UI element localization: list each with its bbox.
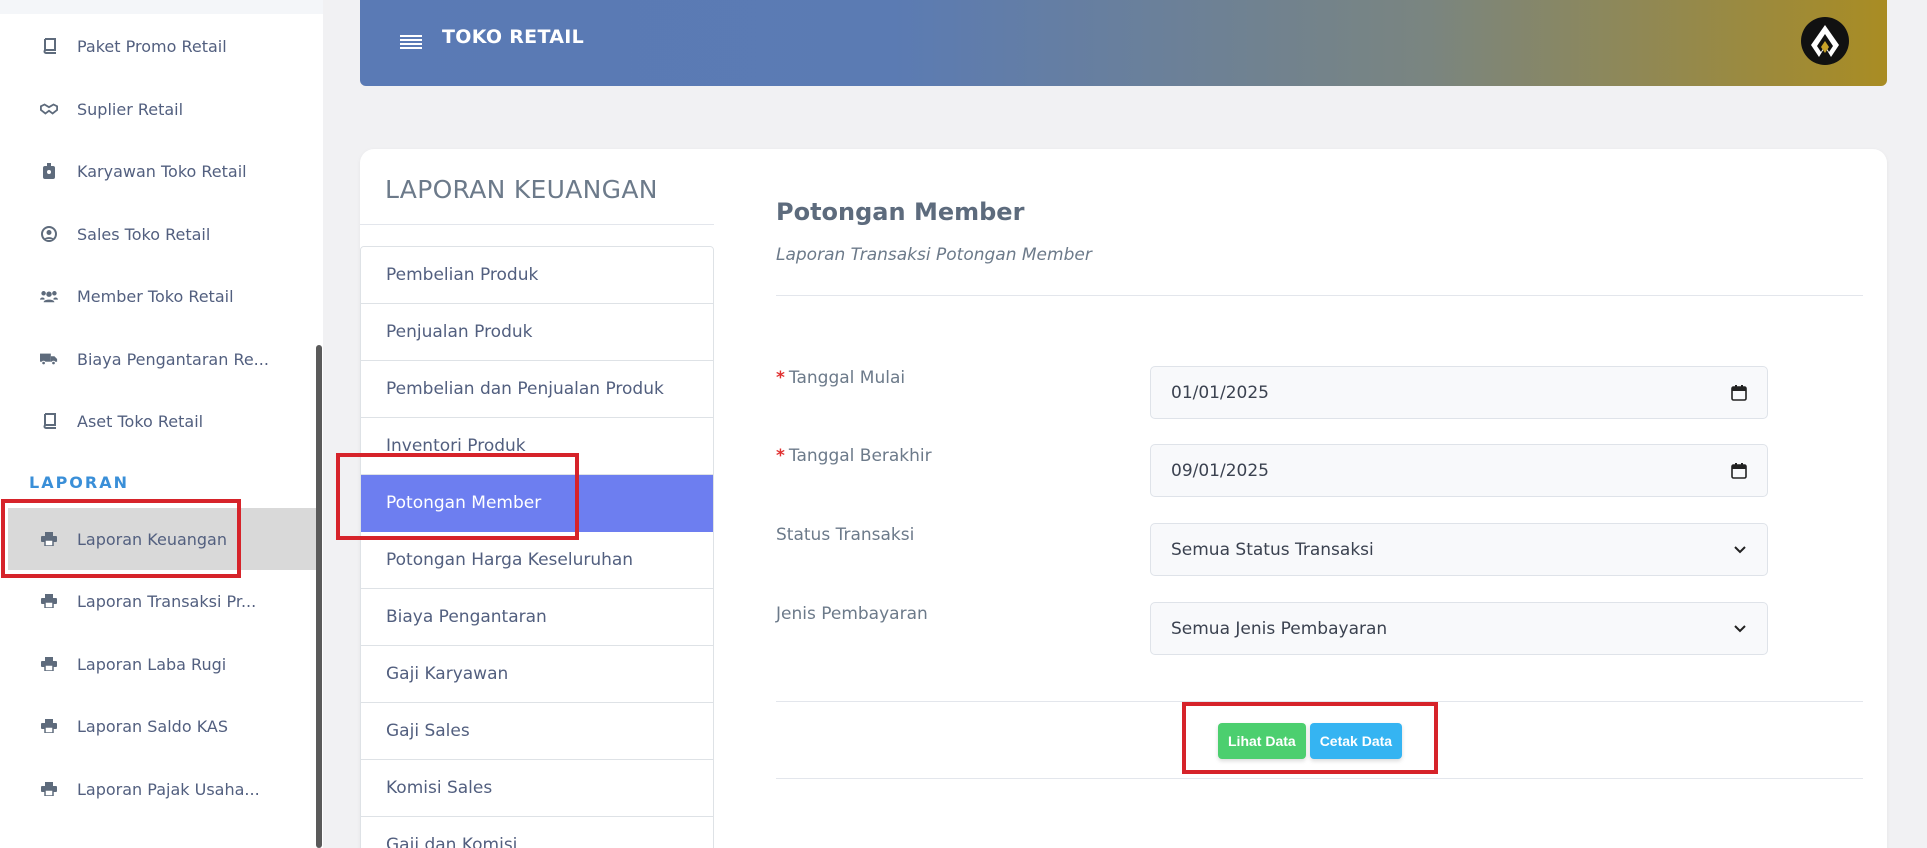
handshake-icon [40,102,58,116]
sidebar-item-suplier-retail[interactable]: Suplier Retail [0,78,316,140]
sidebar-item-sales-toko-retail[interactable]: Sales Toko Retail [0,203,316,265]
sidebar-item-laporan-pajak[interactable]: Laporan Pajak Usaha... [0,758,316,820]
status-select[interactable]: Semua Status Transaksi [1150,523,1768,576]
report-card: LAPORAN KEUANGAN Pembelian Produk Penjua… [360,149,1887,848]
book-icon [40,38,58,54]
sidebar-item-member-toko-retail[interactable]: Member Toko Retail [0,265,316,327]
sidebar-item-aset-toko-retail[interactable]: Aset Toko Retail [0,390,316,452]
app-title: TOKO RETAIL [442,26,585,48]
payment-select[interactable]: Semua Jenis Pembayaran [1150,602,1768,655]
status-label: Status Transaksi [776,525,915,545]
required-mark: * [776,446,785,466]
menu-item-komisi-sales[interactable]: Komisi Sales [361,760,713,817]
status-select-value: Semua Status Transaksi [1171,539,1374,560]
divider [776,778,1863,779]
chevron-down-icon [1733,540,1747,560]
sidebar-item-laporan-saldo-kas[interactable]: Laporan Saldo KAS [0,695,316,757]
sidebar: Paket Promo Retail Suplier Retail Karyaw… [0,0,323,848]
badge-icon [40,163,58,179]
divider [776,701,1863,702]
sidebar-item-label: Laporan Pajak Usaha... [77,779,260,799]
sidebar-item-label: Suplier Retail [77,99,184,119]
sidebar-item-label: Member Toko Retail [77,286,234,306]
start-date-input[interactable]: 01/01/2025 [1150,366,1768,419]
top-navbar: TOKO RETAIL [360,0,1887,86]
calendar-icon[interactable] [1731,384,1747,401]
menu-item-potongan-harga[interactable]: Potongan Harga Keseluruhan [361,532,713,589]
sidebar-item-label: Paket Promo Retail [77,36,227,56]
menu-item-inventori-produk[interactable]: Inventori Produk [361,418,713,475]
start-date-label-text: Tanggal Mulai [788,368,906,388]
start-date-label: * Tanggal Mulai [776,368,905,388]
card-heading: LAPORAN KEUANGAN [385,175,658,204]
end-date-input[interactable]: 09/01/2025 [1150,444,1768,497]
view-data-button[interactable]: Lihat Data [1218,723,1306,759]
sidebar-section-heading: LAPORAN [29,473,129,492]
panel-subtitle: Laporan Transaksi Potongan Member [776,245,1092,265]
print-data-button[interactable]: Cetak Data [1309,723,1403,759]
report-menu: Pembelian Produk Penjualan Produk Pembel… [360,246,714,848]
sidebar-item-label: Sales Toko Retail [77,224,211,244]
book-icon [40,413,58,429]
chevron-down-icon [1733,619,1747,639]
end-date-label-text: Tanggal Berakhir [788,446,932,466]
start-date-value: 01/01/2025 [1171,382,1269,403]
sidebar-item-label: Aset Toko Retail [77,411,204,431]
menu-item-biaya-pengantaran[interactable]: Biaya Pengantaran [361,589,713,646]
truck-icon [40,352,58,366]
action-buttons: Lihat Data Cetak Data [1218,723,1403,759]
end-date-label: * Tanggal Berakhir [776,446,932,466]
sidebar-item-biaya-pengantaran[interactable]: Biaya Pengantaran Re... [0,328,316,390]
required-mark: * [776,368,785,388]
users-icon [40,289,58,303]
end-date-value: 09/01/2025 [1171,460,1269,481]
payment-label: Jenis Pembayaran [776,604,928,624]
sidebar-item-laporan-keuangan[interactable]: Laporan Keuangan [8,508,316,570]
sidebar-item-laporan-laba-rugi[interactable]: Laporan Laba Rugi [0,633,316,695]
menu-item-gaji-sales[interactable]: Gaji Sales [361,703,713,760]
hamburger-menu-icon[interactable] [400,34,422,54]
calendar-icon[interactable] [1731,462,1747,479]
print-icon [40,594,58,608]
avatar[interactable] [1801,17,1849,65]
sidebar-item-label: Karyawan Toko Retail [77,161,247,181]
sidebar-scrollbar[interactable] [316,345,322,848]
menu-item-pembelian-penjualan[interactable]: Pembelian dan Penjualan Produk [361,361,713,418]
panel-title: Potongan Member [776,198,1025,226]
menu-item-gaji-karyawan[interactable]: Gaji Karyawan [361,646,713,703]
menu-item-penjualan-produk[interactable]: Penjualan Produk [361,304,713,361]
sidebar-top-strip [0,0,323,14]
menu-item-gaji-dan-komisi[interactable]: Gaji dan Komisi [361,817,713,848]
sidebar-item-label: Laporan Keuangan [77,529,227,549]
sidebar-item-karyawan-toko-retail[interactable]: Karyawan Toko Retail [0,140,316,202]
logo-icon [1811,25,1839,57]
payment-select-value: Semua Jenis Pembayaran [1171,618,1388,639]
print-icon [40,532,58,546]
print-icon [40,782,58,796]
menu-item-potongan-member[interactable]: Potongan Member [361,475,713,532]
sidebar-item-label: Laporan Saldo KAS [77,716,229,736]
divider [360,224,714,225]
user-circle-icon [40,226,58,242]
sidebar-item-laporan-transaksi[interactable]: Laporan Transaksi Pr... [0,570,316,632]
print-icon [40,657,58,671]
sidebar-item-label: Laporan Transaksi Pr... [77,591,257,611]
sidebar-item-paket-promo-retail[interactable]: Paket Promo Retail [0,15,316,77]
sidebar-item-label: Laporan Laba Rugi [77,654,227,674]
print-icon [40,719,58,733]
sidebar-item-label: Biaya Pengantaran Re... [77,349,269,369]
divider [776,295,1863,296]
menu-item-pembelian-produk[interactable]: Pembelian Produk [361,247,713,304]
